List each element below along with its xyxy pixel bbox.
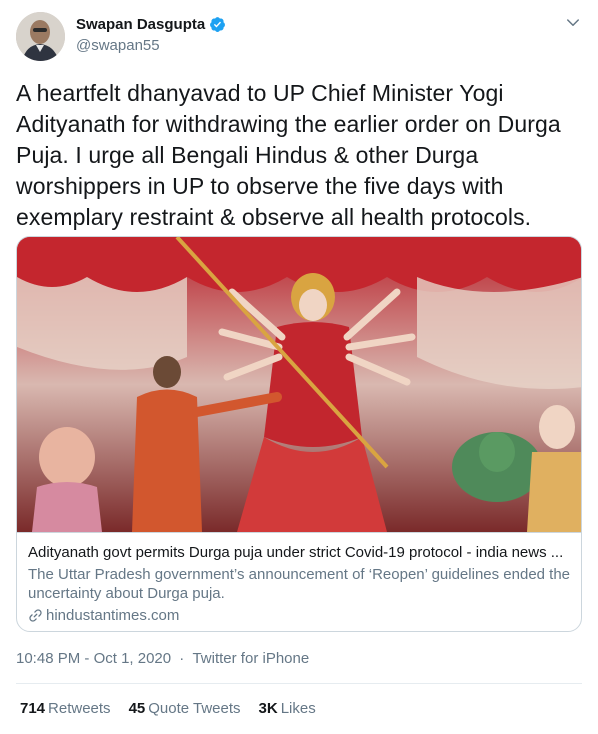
card-domain[interactable]: hindustantimes.com [28,606,573,625]
card-description: The Uttar Pradesh government’s announcem… [28,566,571,602]
chevron-down-icon[interactable] [564,14,582,32]
likes-stat[interactable]: 3K Likes [259,700,316,717]
link-card[interactable]: Adityanath govt permits Durga puja under… [16,236,582,632]
card-title[interactable]: Adityanath govt permits Durga puja under… [28,543,573,562]
author-name-row[interactable]: Swapan Dasgupta [76,16,226,33]
quote-tweets-stat[interactable]: 45 Quote Tweets [129,700,241,717]
tweet-stats: 714 Retweets 45 Quote Tweets 3K Likes [20,700,316,717]
card-image[interactable] [17,237,582,532]
author-name[interactable]: Swapan Dasgupta [76,16,205,33]
verified-badge-icon [210,17,226,32]
quote-tweets-label: Quote Tweets [148,700,241,717]
quote-tweets-count: 45 [128,700,146,717]
retweets-label: Retweets [48,700,111,717]
meta-separator: · [179,650,185,667]
card-domain-text[interactable]: hindustantimes.com [46,606,179,625]
author-handle[interactable]: @swapan55 [76,37,226,54]
retweets-count: 714 [20,700,46,717]
link-icon [29,609,42,622]
tweet-date[interactable]: Oct 1, 2020 [94,650,172,667]
likes-count: 3K [258,700,278,717]
card-body[interactable]: Adityanath govt permits Durga puja under… [17,532,581,631]
author-block: Swapan Dasgupta @swapan55 [76,16,226,54]
likes-label: Likes [280,700,316,717]
tweet-meta: 10:48 PM - Oct 1, 2020 · Twitter for iPh… [16,650,309,667]
tweet-source[interactable]: Twitter for iPhone [192,650,309,667]
tweet-date-sep: - [84,650,90,667]
avatar[interactable] [16,12,65,61]
tweet-text: A heartfelt dhanyavad to UP Chief Minist… [16,80,561,230]
tweet-header: Swapan Dasgupta @swapan55 [16,12,582,62]
divider [16,683,582,684]
retweets-stat[interactable]: 714 Retweets [20,700,111,717]
tweet-time[interactable]: 10:48 PM [16,650,80,667]
